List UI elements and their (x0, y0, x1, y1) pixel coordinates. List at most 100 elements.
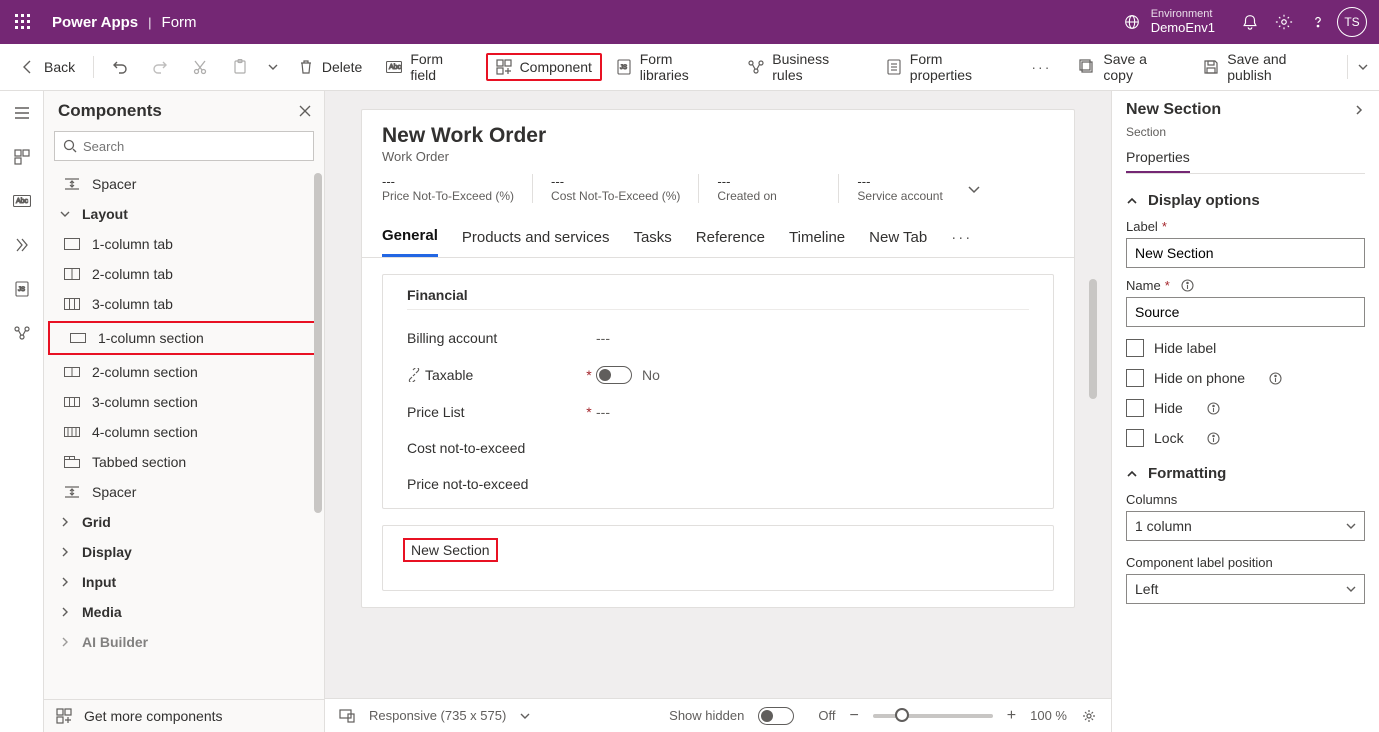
hide-checkbox[interactable]: Hide (1126, 399, 1365, 417)
save-publish-button[interactable]: Save and publish (1193, 45, 1343, 89)
responsive-dropdown-icon[interactable] (520, 711, 530, 721)
form-libraries-button[interactable]: JS Form libraries (606, 45, 734, 89)
field-billing-account[interactable]: Billing account --- (407, 330, 1029, 346)
category-layout[interactable]: Layout (44, 199, 324, 229)
component-spacer-2[interactable]: Spacer (44, 477, 324, 507)
more-commands-button[interactable]: ··· (1021, 53, 1061, 81)
component-spacer[interactable]: Spacer (44, 169, 324, 199)
component-3col-section[interactable]: 3-column section (44, 387, 324, 417)
info-icon[interactable] (1269, 372, 1282, 385)
delete-button[interactable]: Delete (288, 53, 372, 81)
cut-button[interactable] (182, 53, 218, 81)
save-copy-button[interactable]: Save a copy (1069, 45, 1189, 89)
responsive-label[interactable]: Responsive (735 x 575) (369, 708, 506, 723)
rail-components-icon[interactable] (8, 143, 36, 171)
form-field-icon: Abc (386, 59, 402, 75)
label-input[interactable] (1126, 238, 1365, 268)
header-field[interactable]: ---Price Not-To-Exceed (%) (382, 174, 532, 203)
category-grid[interactable]: Grid (44, 507, 324, 537)
get-more-components-button[interactable]: Get more components (44, 699, 324, 732)
properties-tab[interactable]: Properties (1126, 145, 1190, 173)
redo-button[interactable] (142, 53, 178, 81)
close-panel-icon[interactable] (298, 104, 312, 118)
form-preview[interactable]: New Work Order Work Order ---Price Not-T… (361, 109, 1075, 608)
hide-label-checkbox[interactable]: Hide label (1126, 339, 1365, 357)
category-media[interactable]: Media (44, 597, 324, 627)
columns-select[interactable]: 1 column (1126, 511, 1365, 541)
form-properties-button[interactable]: Form properties (876, 45, 1017, 89)
rail-tree-icon[interactable] (8, 231, 36, 259)
category-ai-builder[interactable]: AI Builder (44, 627, 324, 657)
field-price-nte[interactable]: Price not-to-exceed (407, 476, 1029, 492)
expand-header-icon[interactable] (967, 182, 981, 196)
component-button[interactable]: Component (486, 53, 602, 81)
business-rules-button[interactable]: Business rules (738, 45, 872, 89)
rail-libraries-icon[interactable]: JS (8, 275, 36, 303)
hide-phone-checkbox[interactable]: Hide on phone (1126, 369, 1365, 387)
tab-tasks[interactable]: Tasks (633, 221, 671, 256)
fit-screen-icon[interactable] (1081, 708, 1097, 724)
account-avatar[interactable]: TS (1335, 5, 1369, 39)
component-2col-tab[interactable]: 2-column tab (44, 259, 324, 289)
header-field[interactable]: ---Cost Not-To-Exceed (%) (532, 174, 698, 203)
tab-new[interactable]: New Tab (869, 221, 927, 256)
header-field[interactable]: ---Service account (838, 174, 998, 203)
zoom-in-button[interactable]: + (1007, 707, 1016, 725)
component-1col-section[interactable]: 1-column section (48, 321, 320, 355)
tab-reference[interactable]: Reference (696, 221, 765, 256)
undo-button[interactable] (102, 53, 138, 81)
rail-fields-icon[interactable]: Abc (8, 187, 36, 215)
app-launcher-icon[interactable] (10, 9, 36, 35)
category-display[interactable]: Display (44, 537, 324, 567)
info-icon[interactable] (1207, 402, 1220, 415)
rail-rules-icon[interactable] (8, 319, 36, 347)
components-search[interactable] (54, 131, 314, 161)
help-icon[interactable] (1301, 5, 1335, 39)
section-formatting[interactable]: Formatting (1126, 465, 1365, 482)
field-taxable[interactable]: Taxable * No (407, 366, 1029, 384)
tab-products[interactable]: Products and services (462, 221, 610, 256)
section-financial[interactable]: Financial Billing account --- Taxable * … (382, 274, 1054, 509)
component-3col-tab[interactable]: 3-column tab (44, 289, 324, 319)
zoom-out-button[interactable]: − (849, 707, 858, 725)
paste-dropdown[interactable] (262, 62, 284, 72)
zoom-slider[interactable] (873, 714, 993, 718)
product-name[interactable]: Power Apps (52, 14, 138, 31)
section-new[interactable]: New Section (382, 525, 1054, 591)
paste-button[interactable] (222, 53, 258, 81)
search-input[interactable] (83, 139, 305, 154)
info-icon[interactable] (1181, 279, 1194, 292)
lock-checkbox[interactable]: Lock (1126, 429, 1365, 447)
field-price-list[interactable]: Price List * --- (407, 404, 1029, 420)
section-display-options[interactable]: Display options (1126, 192, 1365, 209)
show-hidden-toggle[interactable] (758, 707, 794, 725)
back-label: Back (44, 59, 75, 75)
info-icon[interactable] (1207, 432, 1220, 445)
tab-timeline[interactable]: Timeline (789, 221, 845, 256)
responsive-icon[interactable] (339, 709, 355, 723)
form-field-button[interactable]: Abc Form field (376, 45, 481, 89)
environment-picker[interactable]: Environment DemoEnv1 (1123, 8, 1215, 36)
components-panel-title: Components (58, 101, 162, 121)
scrollbar[interactable] (314, 173, 322, 513)
toggle-taxable[interactable] (596, 366, 632, 384)
component-4col-section[interactable]: 4-column section (44, 417, 324, 447)
category-input[interactable]: Input (44, 567, 324, 597)
clp-select[interactable]: Left (1126, 574, 1365, 604)
component-tabbed-section[interactable]: Tabbed section (44, 447, 324, 477)
tab-overflow[interactable]: ··· (951, 221, 972, 256)
settings-icon[interactable] (1267, 5, 1301, 39)
tab-general[interactable]: General (382, 219, 438, 257)
back-button[interactable]: Back (10, 53, 85, 81)
component-1col-tab[interactable]: 1-column tab (44, 229, 324, 259)
header-field[interactable]: ---Created on (698, 174, 838, 203)
name-input[interactable] (1126, 297, 1365, 327)
expand-panel-icon[interactable] (1353, 104, 1365, 116)
notifications-icon[interactable] (1233, 5, 1267, 39)
canvas-scrollbar[interactable] (1089, 279, 1097, 399)
component-2col-section[interactable]: 2-column section (44, 357, 324, 387)
link-icon (407, 368, 421, 382)
field-cost-nte[interactable]: Cost not-to-exceed (407, 440, 1029, 456)
rail-hamburger-icon[interactable] (8, 99, 36, 127)
save-publish-dropdown[interactable] (1347, 55, 1369, 79)
